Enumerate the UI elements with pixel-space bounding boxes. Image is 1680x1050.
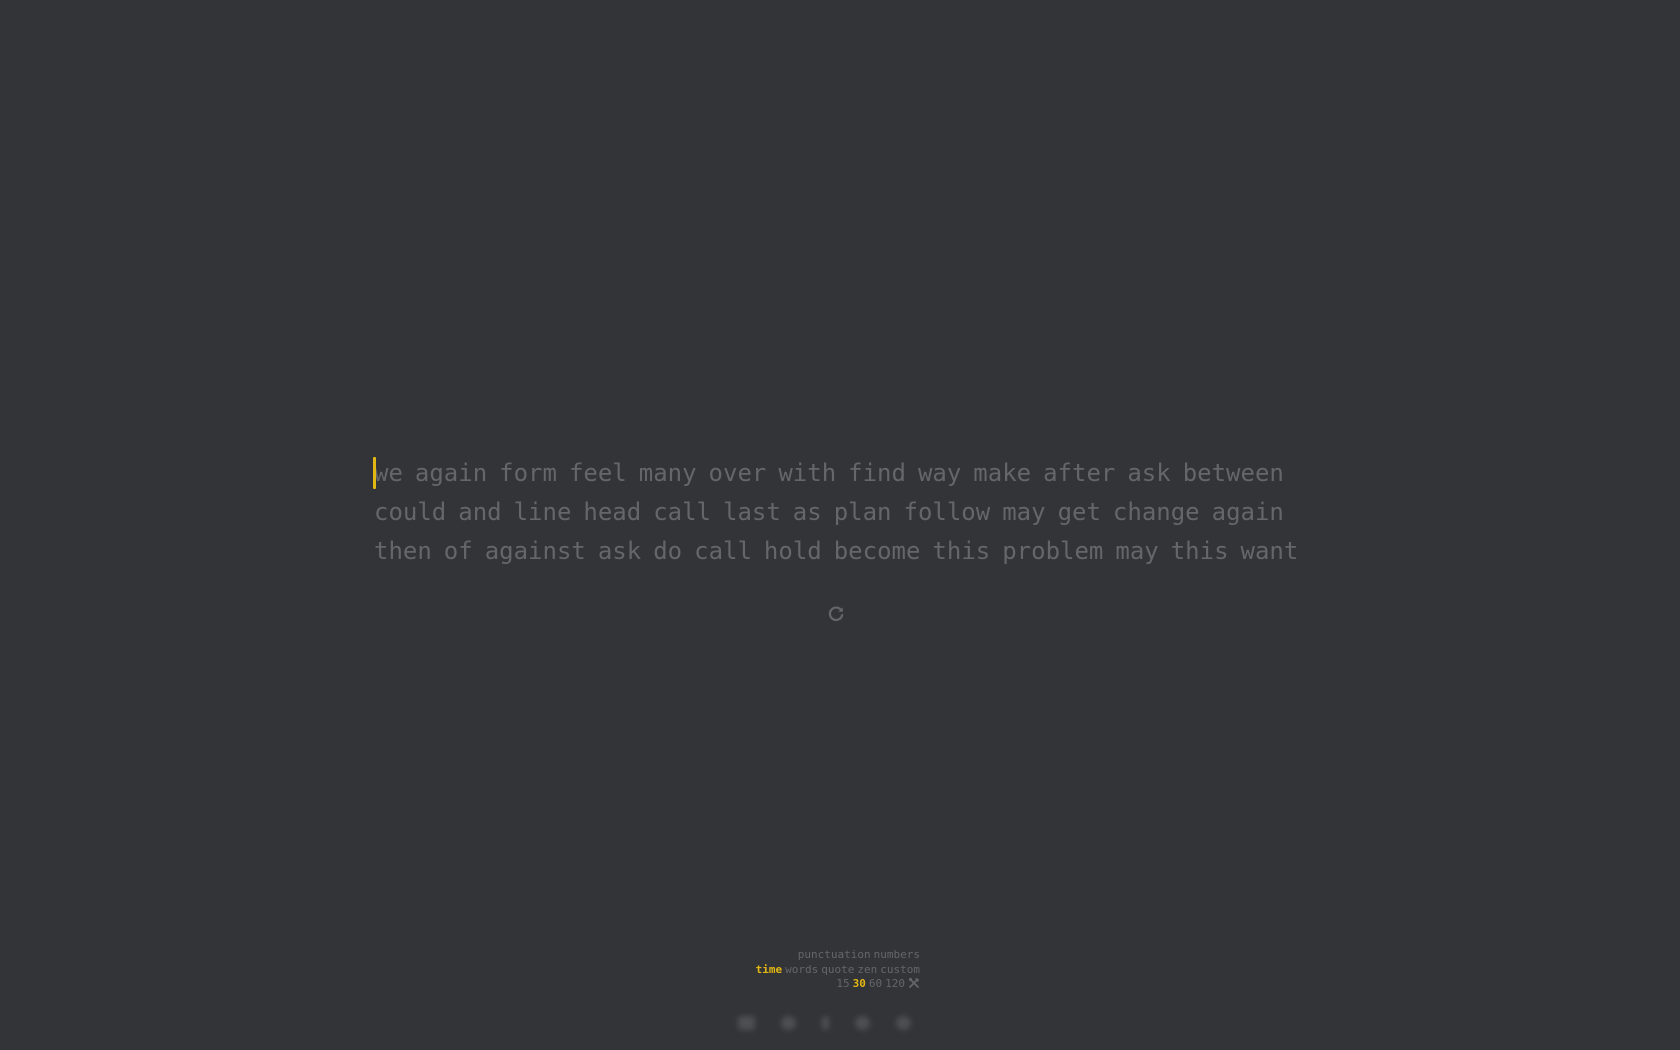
word: last	[723, 498, 781, 526]
typing-test-page: we again form feel many over with find way make af…	[0, 0, 1680, 1050]
word-line: could and line head call last as plan follow may g…	[374, 493, 1324, 532]
restart-button[interactable]	[826, 604, 846, 624]
word: line	[513, 498, 572, 526]
word: form	[499, 459, 557, 487]
word: this	[1170, 537, 1229, 565]
tools-icon[interactable]	[908, 977, 920, 994]
word: call	[694, 537, 752, 565]
word: as	[792, 498, 822, 526]
word: problem	[1002, 537, 1104, 565]
word: between	[1182, 459, 1284, 487]
modifier-row: punctuation numbers	[753, 948, 920, 963]
settings-icon[interactable]	[855, 1016, 870, 1030]
word: may	[1115, 537, 1159, 565]
word: again	[414, 459, 488, 487]
info-icon[interactable]	[822, 1016, 829, 1030]
word: want	[1240, 537, 1299, 565]
word: do	[653, 537, 683, 565]
word: of	[443, 537, 473, 565]
home-icon[interactable]	[781, 1016, 796, 1030]
mode-time[interactable]: time	[756, 963, 783, 978]
word: make	[973, 459, 1032, 487]
word: way	[917, 459, 962, 487]
word: call	[653, 498, 711, 526]
text-caret	[373, 457, 376, 489]
mode-row: time words quote zen custom	[753, 963, 920, 978]
mode-quote[interactable]: quote	[821, 963, 854, 978]
restart-icon	[828, 606, 844, 622]
duration-15[interactable]: 15	[836, 977, 849, 992]
user-icon[interactable]	[896, 1016, 911, 1030]
word: plan	[833, 498, 892, 526]
word-line: we again form feel many over with find way make af…	[374, 454, 1324, 493]
word: head	[583, 498, 642, 526]
word: change	[1112, 498, 1200, 526]
footer-icons	[738, 1016, 911, 1032]
word: again	[1211, 498, 1284, 526]
word: we	[374, 459, 403, 487]
toggle-numbers[interactable]: numbers	[874, 948, 920, 963]
duration-120[interactable]: 120	[885, 977, 905, 992]
word: this	[932, 537, 991, 565]
duration-60[interactable]: 60	[869, 977, 882, 992]
word: over	[708, 459, 767, 487]
keyboard-icon[interactable]	[738, 1016, 755, 1030]
word: could	[374, 498, 447, 526]
word-line: then of against ask do call hold become this prob…	[374, 532, 1324, 571]
word: feel	[568, 459, 627, 487]
word: many	[638, 459, 697, 487]
test-config: punctuation numbers time words quote zen cust…	[753, 948, 920, 994]
word: against	[484, 537, 586, 565]
word: with	[778, 459, 837, 487]
mode-custom[interactable]: custom	[880, 963, 920, 978]
word: and	[458, 498, 502, 526]
mode-words[interactable]: words	[785, 963, 818, 978]
mode-zen[interactable]: zen	[857, 963, 877, 978]
word: may	[1002, 498, 1046, 526]
word: ask	[1127, 459, 1171, 487]
word: ask	[597, 537, 642, 565]
word: after	[1043, 459, 1116, 487]
duration-30[interactable]: 30	[853, 977, 866, 992]
word: hold	[763, 537, 822, 565]
word: then	[374, 537, 432, 565]
word: get	[1057, 498, 1101, 526]
word-display[interactable]: we again form feel many over with find way make af…	[373, 454, 1324, 571]
toggle-punctuation[interactable]: punctuation	[798, 948, 871, 963]
word: find	[848, 459, 906, 487]
word: become	[833, 537, 921, 565]
duration-row: 15 30 60 120	[753, 977, 920, 994]
word: follow	[903, 498, 991, 526]
